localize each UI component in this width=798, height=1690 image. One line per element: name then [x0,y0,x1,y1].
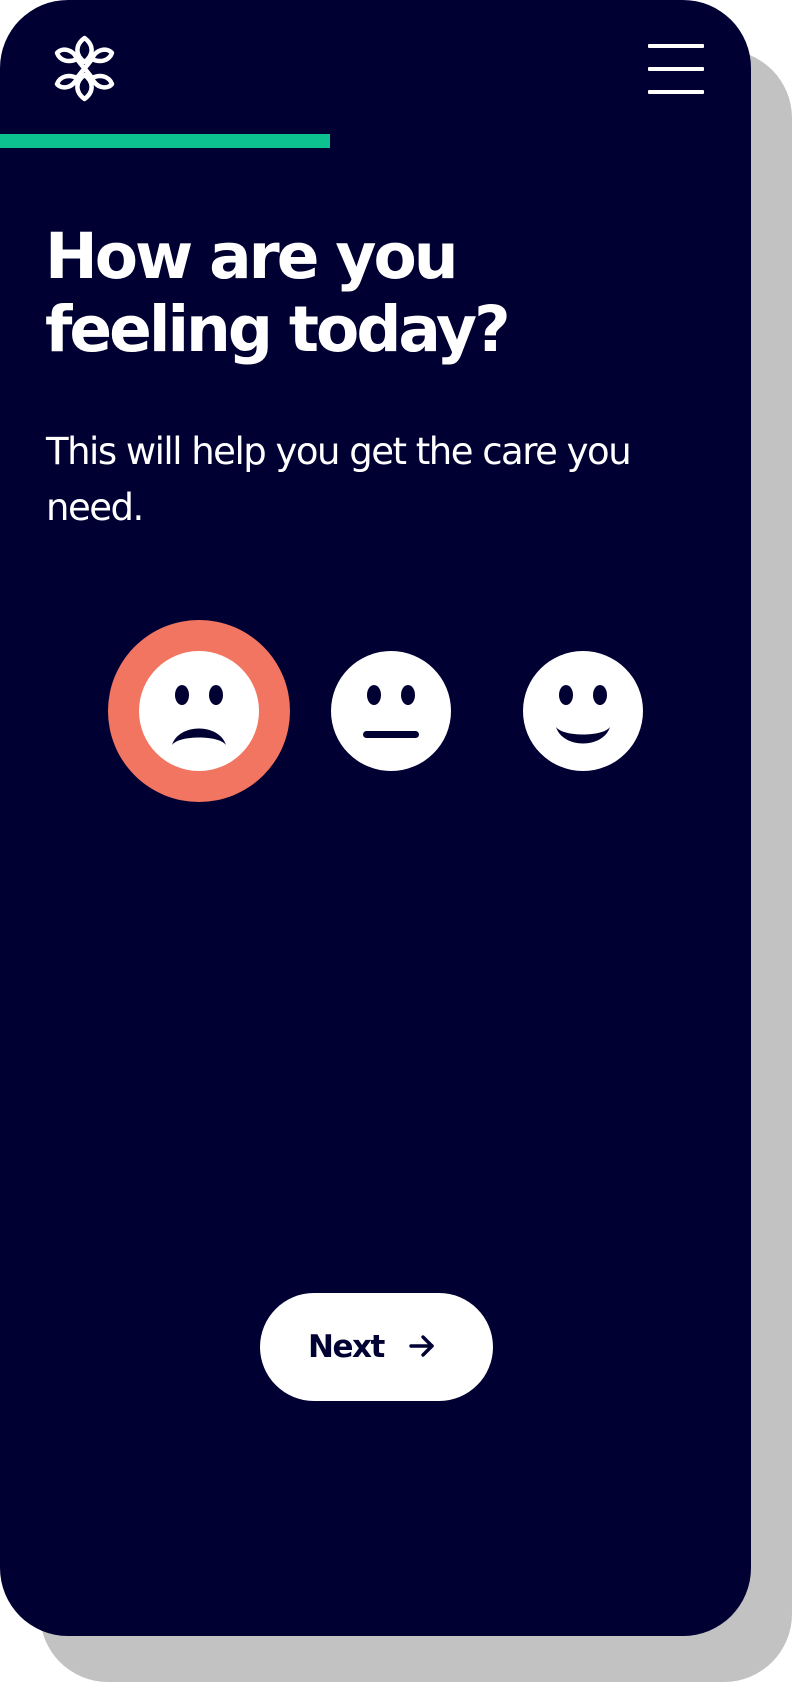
hamburger-menu-icon [648,44,704,48]
mood-option-neutral[interactable] [300,620,482,802]
next-button[interactable]: Next [260,1293,493,1401]
hamburger-menu-icon-line [648,90,704,94]
lotus-logo-icon [54,35,115,102]
mood-option-happy[interactable] [492,620,674,802]
menu-button[interactable] [648,44,705,94]
page-title: How are you feeling today? [45,220,685,366]
mood-option-sad[interactable] [108,620,290,802]
stage: How are you feeling today? This will hel… [0,0,798,1690]
next-button-label: Next [308,1329,385,1365]
neutral-face-icon [331,651,451,771]
phone-screen: How are you feeling today? This will hel… [0,0,751,1636]
arrow-right-icon [409,1335,434,1357]
progress-bar-fill [0,134,330,148]
hamburger-menu-icon-line [648,67,704,71]
happy-face-icon [523,651,643,771]
progress-bar [0,134,751,148]
page-title-line-1: How are you [45,220,459,293]
sad-face-icon [139,651,259,771]
page-title-line-2: feeling today? [45,293,511,366]
page-subtitle: This will help you get the care you need… [46,430,632,529]
